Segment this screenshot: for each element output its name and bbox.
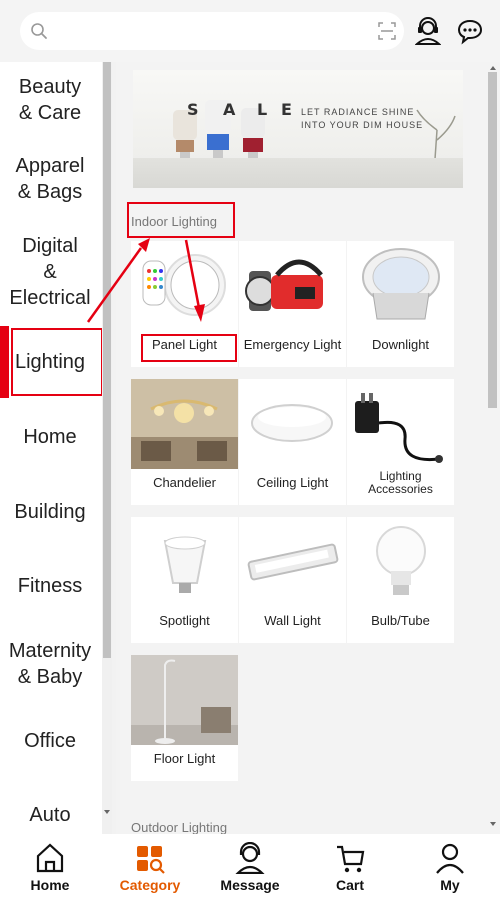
section-title-outdoor-lighting: Outdoor Lighting [131, 820, 228, 834]
spotlight-icon [163, 536, 207, 593]
nav-label: My [440, 877, 460, 893]
emergency-light-icon [245, 259, 323, 311]
product-tile-chandelier[interactable]: Chandelier [131, 379, 238, 505]
banner-sale-letter-a: A [223, 100, 238, 119]
banner-sale-letter-s: S [187, 100, 201, 119]
product-label: Bulb/Tube [371, 613, 430, 628]
content-scrollbar[interactable] [486, 62, 500, 834]
nav-label: Category [119, 877, 181, 893]
sidebar-item-building[interactable]: Building [0, 499, 100, 525]
product-tile-bulb-tube[interactable]: Bulb/Tube [347, 517, 454, 643]
sidebar-item-apparel-bags[interactable]: Apparel & Bags [0, 153, 100, 205]
sale-banner[interactable]: S A L E LET RADIANCE SHINE INTO YOUR DIM… [133, 70, 463, 188]
product-label: Emergency Light [243, 337, 342, 352]
product-row: Spotlight Wall Light Bulb/Tube [131, 517, 455, 643]
sidebar-item-auto[interactable]: Auto [0, 802, 100, 828]
message-icon [235, 842, 265, 874]
nav-cart[interactable]: Cart [300, 834, 400, 900]
sidebar-scrollbar[interactable] [102, 62, 112, 834]
banner-floor [133, 158, 463, 188]
product-label: Downlight [371, 337, 430, 352]
product-label: Floor Light [153, 751, 216, 766]
annotation-box-indoor-lighting [127, 202, 235, 238]
floor-light-icon [131, 655, 238, 745]
product-tile-floor-light[interactable]: Floor Light [131, 655, 238, 781]
sidebar-item-fitness[interactable]: Fitness [0, 573, 100, 599]
sidebar-scroll-thumb[interactable] [103, 62, 111, 658]
scroll-up-arrow-icon[interactable] [490, 66, 496, 70]
nav-home[interactable]: Home [0, 834, 100, 900]
nav-message[interactable]: Message [200, 834, 300, 900]
nav-label: Message [220, 877, 280, 893]
product-tile-downlight[interactable]: Downlight [347, 241, 454, 367]
bottom-navigation: Home Category Message Cart My [0, 834, 500, 900]
home-icon [36, 843, 64, 873]
content-scroll-thumb[interactable] [488, 72, 497, 408]
sidebar-item-office[interactable]: Office [0, 728, 100, 754]
nav-my[interactable]: My [400, 834, 500, 900]
search-icon [31, 23, 47, 39]
annotation-box-panel-light [141, 334, 237, 362]
ceiling-light-icon [251, 404, 333, 442]
panel-light-icon [142, 254, 226, 316]
product-tile-spotlight[interactable]: Spotlight [131, 517, 238, 643]
bulb-tube-icon [376, 526, 426, 595]
sidebar-item-maternity-baby[interactable]: Maternity & Baby [0, 638, 100, 690]
product-tile-wall-light[interactable]: Wall Light [239, 517, 346, 643]
scroll-down-arrow-icon[interactable] [490, 822, 496, 826]
product-label: Wall Light [264, 613, 321, 628]
banner-sale-letter-e: E [281, 100, 294, 119]
user-icon [436, 843, 464, 874]
nav-label: Home [30, 877, 70, 893]
product-label: Ceiling Light [256, 475, 329, 490]
product-tile-lighting-accessories[interactable]: Lighting Accessories [347, 379, 454, 505]
chat-icon[interactable] [457, 17, 483, 45]
product-tile-emergency-light[interactable]: Emergency Light [239, 241, 346, 367]
wall-light-icon [247, 543, 339, 581]
nav-label: Cart [335, 877, 364, 893]
category-content[interactable]: S A L E LET RADIANCE SHINE INTO YOUR DIM… [116, 62, 486, 834]
search-bar[interactable] [20, 12, 404, 50]
product-label: Spotlight [159, 613, 210, 628]
annotation-box-lighting [11, 328, 103, 396]
category-icon [137, 846, 165, 874]
downlight-icon [362, 248, 440, 320]
chandelier-icon [131, 379, 238, 469]
category-sidebar[interactable]: Beauty & Care Apparel & Bags Digital & E… [0, 62, 112, 834]
top-bar [0, 0, 500, 62]
banner-tagline: LET RADIANCE SHINE INTO YOUR DIM HOUSE [301, 107, 424, 130]
sidebar-item-beauty-care[interactable]: Beauty & Care [0, 74, 100, 126]
scroll-down-arrow-icon[interactable] [104, 810, 110, 814]
product-label: Chandelier [153, 475, 216, 490]
banner-sale-letter-l: L [257, 100, 270, 119]
scan-icon[interactable] [378, 22, 396, 40]
nav-category[interactable]: Category [100, 834, 200, 900]
sidebar-item-home[interactable]: Home [0, 424, 100, 450]
customer-service-icon[interactable] [415, 17, 441, 45]
product-label: Lighting Accessories [368, 469, 433, 496]
search-input[interactable] [58, 18, 358, 44]
sidebar-item-digital-electrical[interactable]: Digital & Electrical [0, 233, 100, 311]
cart-icon [337, 845, 365, 873]
product-row: Chandelier Ceiling Light Lighting Access… [131, 379, 455, 505]
product-row: Floor Light [131, 655, 455, 781]
product-tile-ceiling-light[interactable]: Ceiling Light [239, 379, 346, 505]
lighting-accessories-icon [355, 393, 443, 463]
